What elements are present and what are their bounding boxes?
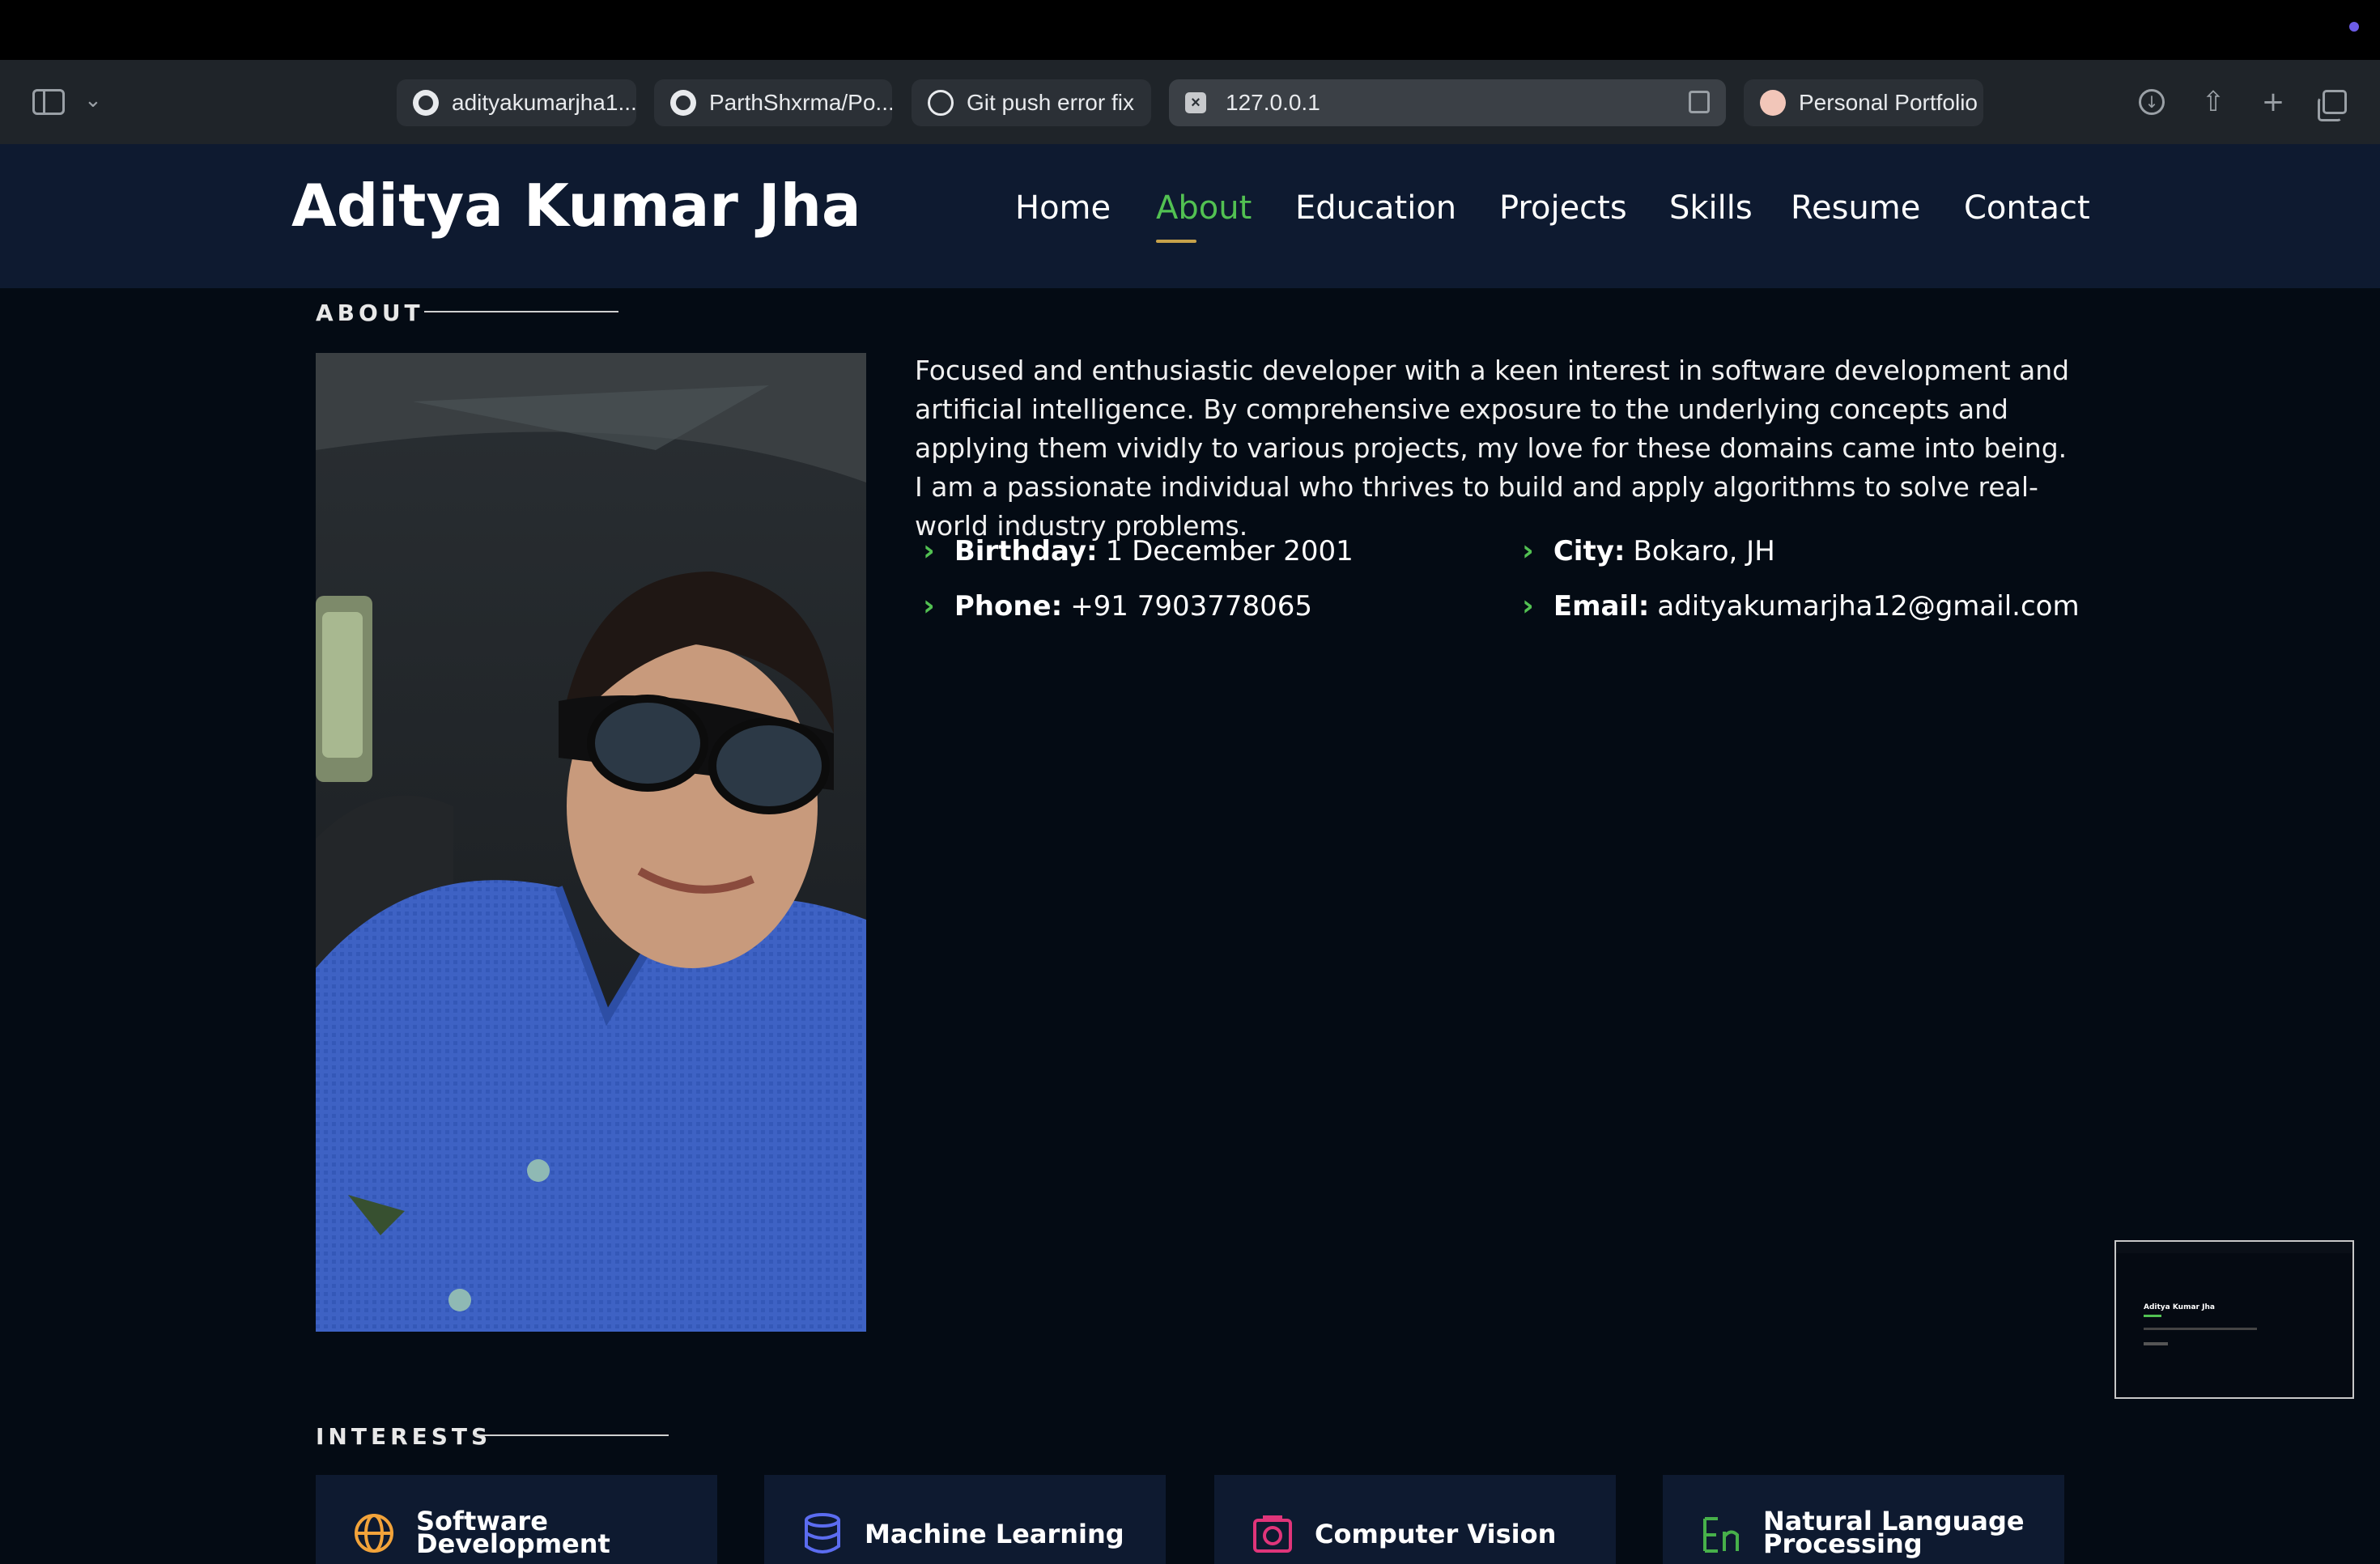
browser-tab[interactable]: ParthShxrma/Po... xyxy=(654,79,892,126)
city-label: City: xyxy=(1553,534,1626,567)
nav-contact[interactable]: Contact xyxy=(1964,189,2090,227)
city-value: Bokaro, JH xyxy=(1633,534,1775,567)
window-thumbnail-preview[interactable]: Aditya Kumar Jha xyxy=(2114,1240,2354,1399)
thumbnail-title: Aditya Kumar Jha xyxy=(2144,1303,2215,1311)
section-divider xyxy=(424,311,618,312)
email-info: › Email: adityakumarjha12@gmail.com xyxy=(1522,589,2080,623)
chatgpt-icon xyxy=(928,90,954,116)
browser-tab-active[interactable]: × 127.0.0.1 xyxy=(1169,79,1726,126)
tab-label: 127.0.0.1 xyxy=(1226,90,1320,115)
thumbnail-nav-bar xyxy=(2144,1328,2257,1330)
browser-tab[interactable]: Git push error fix xyxy=(912,79,1151,126)
chevron-right-icon: › xyxy=(1522,589,1534,623)
reader-mode-icon[interactable] xyxy=(1689,91,1710,113)
nav-education[interactable]: Education xyxy=(1295,189,1456,227)
close-tab-icon[interactable]: × xyxy=(1185,92,1206,113)
city-info: › City: Bokaro, JH xyxy=(1522,534,1775,567)
browser-toolbar: ⌄ adityakumarjha1... ParthShxrma/Po... G… xyxy=(0,60,2380,144)
share-icon[interactable]: ⇧ xyxy=(2195,84,2231,120)
github-icon xyxy=(670,90,696,116)
site-logo[interactable]: Aditya Kumar Jha xyxy=(291,172,861,240)
interest-card-computer-vision[interactable]: Computer Vision xyxy=(1214,1475,1616,1564)
interest-card-machine-learning[interactable]: Machine Learning xyxy=(764,1475,1166,1564)
chevron-right-icon: › xyxy=(923,534,935,567)
browser-tab[interactable]: adityakumarjha1... xyxy=(397,79,636,126)
tab-overview-icon[interactable] xyxy=(2317,84,2352,121)
birthday-value: 1 December 2001 xyxy=(1105,534,1354,567)
chevron-right-icon: › xyxy=(1522,534,1534,567)
interest-label-line2: Development xyxy=(416,1528,610,1559)
interest-card-natural-language-processing[interactable]: Natural Language Processing xyxy=(1663,1475,2064,1564)
section-divider xyxy=(474,1434,669,1436)
chevron-down-icon[interactable]: ⌄ xyxy=(84,84,102,117)
sidebar-toggle-icon[interactable] xyxy=(32,89,65,115)
email-value[interactable]: adityakumarjha12@gmail.com xyxy=(1657,590,2079,623)
camera-icon xyxy=(1253,1515,1292,1553)
interests-section-title: INTERESTS xyxy=(316,1423,492,1450)
phone-value: +91 7903778065 xyxy=(1070,589,1313,623)
thumbnail-social-icons xyxy=(2144,1342,2168,1345)
interest-card-software-development[interactable]: Software Development xyxy=(316,1475,717,1564)
nav-active-indicator xyxy=(1156,240,1196,243)
interest-label: Machine Learning xyxy=(865,1519,1124,1549)
phone-label: Phone: xyxy=(954,589,1063,623)
profile-photo xyxy=(316,353,866,1332)
nav-projects[interactable]: Projects xyxy=(1499,189,1627,227)
nav-skills[interactable]: Skills xyxy=(1669,189,1753,227)
database-icon xyxy=(805,1513,840,1553)
nav-home[interactable]: Home xyxy=(1015,189,1111,227)
interest-label-line2: Processing xyxy=(1763,1528,1923,1559)
globe-icon xyxy=(355,1514,393,1553)
tab-label: Git push error fix xyxy=(967,90,1134,115)
nav-about[interactable]: About xyxy=(1156,189,1252,227)
portfolio-favicon-icon xyxy=(1760,90,1786,116)
github-icon xyxy=(413,90,439,116)
thumbnail-toolbar xyxy=(2116,1242,2352,1253)
tab-label: Personal Portfolio xyxy=(1799,90,1978,115)
thumbnail-subtitle-bar xyxy=(2144,1315,2161,1317)
chevron-right-icon: › xyxy=(923,589,935,623)
browser-tab[interactable]: Personal Portfolio xyxy=(1744,79,1983,126)
download-icon[interactable]: ↓ xyxy=(2134,84,2170,120)
recording-indicator-icon xyxy=(2349,22,2359,32)
email-label: Email: xyxy=(1553,589,1650,623)
language-icon xyxy=(1703,1517,1739,1553)
site-header: Aditya Kumar Jha Home About Education Pr… xyxy=(0,144,2380,288)
about-paragraph: Focused and enthusiastic developer with … xyxy=(915,355,2070,542)
tab-label: ParthShxrma/Po... xyxy=(709,90,892,115)
interest-label: Computer Vision xyxy=(1315,1519,1557,1549)
about-section-title: ABOUT xyxy=(316,300,424,326)
phone-info: › Phone: +91 7903778065 xyxy=(923,589,1312,623)
new-tab-icon[interactable]: + xyxy=(2255,84,2291,120)
tab-label: adityakumarjha1... xyxy=(452,90,636,115)
birthday-label: Birthday: xyxy=(954,534,1098,567)
nav-resume[interactable]: Resume xyxy=(1791,189,1920,227)
birthday-info: › Birthday: 1 December 2001 xyxy=(923,534,1354,567)
menu-bar xyxy=(0,0,2380,60)
